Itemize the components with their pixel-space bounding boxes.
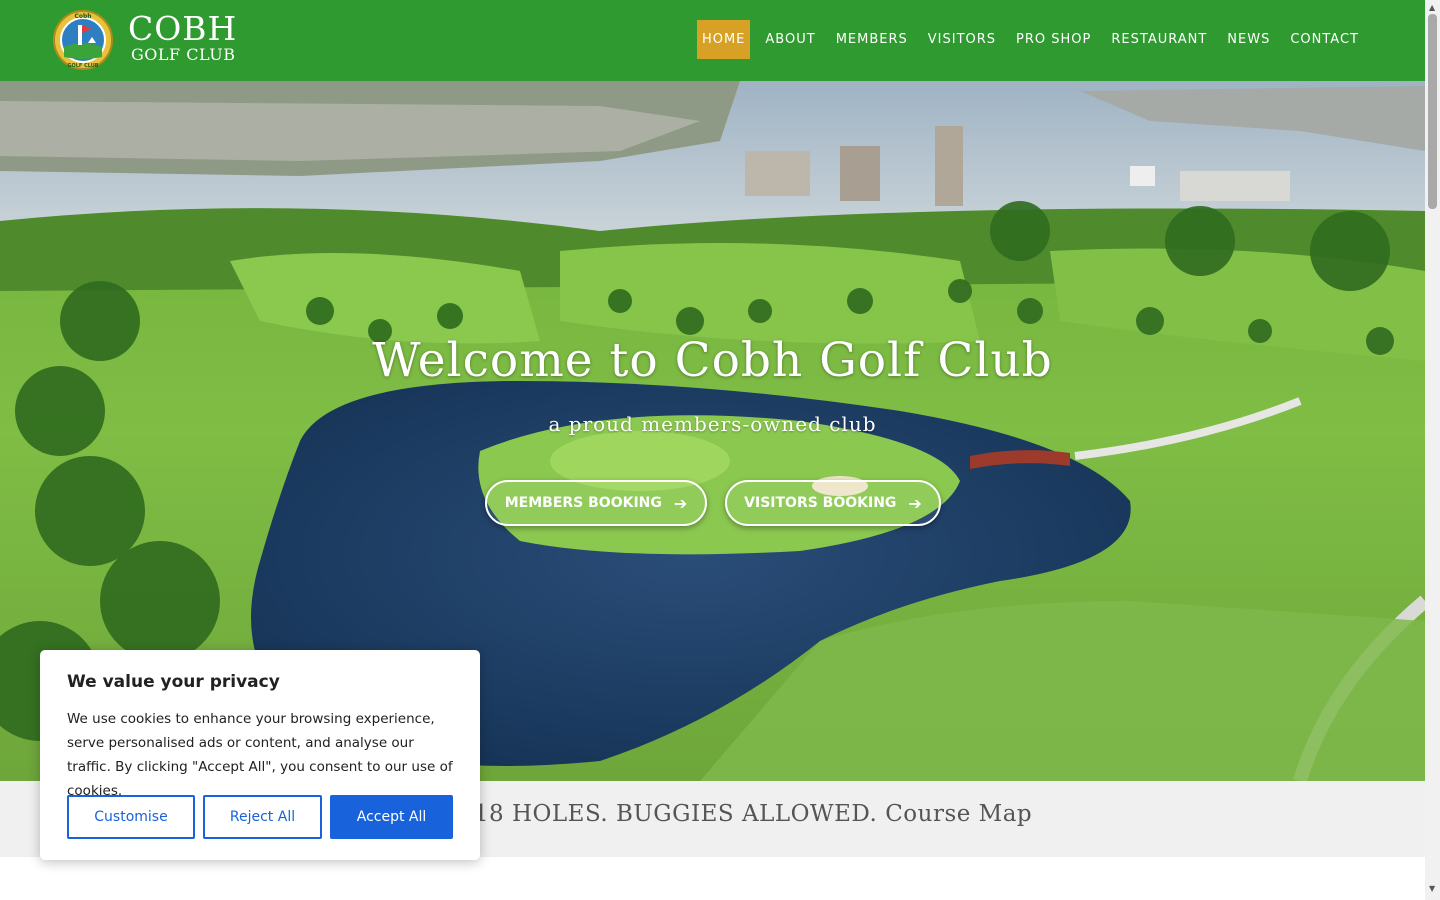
- hero-title: Welcome to Cobh Golf Club: [372, 333, 1053, 388]
- club-logo[interactable]: Cobh GOLF CLUB: [52, 9, 114, 71]
- nav-restaurant[interactable]: RESTAURANT: [1101, 20, 1217, 59]
- main-nav: HOME ABOUT MEMBERS VISITORS PRO SHOP RES…: [696, 20, 1369, 59]
- nav-contact[interactable]: CONTACT: [1280, 20, 1369, 59]
- brand-name[interactable]: COBH GOLF CLUB: [128, 12, 237, 64]
- course-map-link[interactable]: Course Map: [885, 801, 1032, 827]
- scroll-down-icon[interactable]: ▼: [1429, 884, 1435, 893]
- nav-visitors[interactable]: VISITORS: [918, 20, 1006, 59]
- nav-pro-shop[interactable]: PRO SHOP: [1006, 20, 1101, 59]
- scroll-thumb[interactable]: [1428, 14, 1437, 209]
- reject-all-button[interactable]: Reject All: [203, 795, 322, 839]
- brand-line-1: COBH: [128, 9, 238, 48]
- accept-all-button[interactable]: Accept All: [330, 795, 453, 839]
- logo-text-bottom: GOLF CLUB: [67, 63, 98, 69]
- cookie-body: We use cookies to enhance your browsing …: [67, 711, 453, 799]
- nav-about[interactable]: ABOUT: [755, 20, 825, 59]
- nav-members[interactable]: MEMBERS: [826, 20, 918, 59]
- arrow-right-icon: ➔: [908, 493, 922, 513]
- logo-text-top: Cobh: [74, 13, 91, 20]
- members-booking-label: MEMBERS BOOKING: [504, 495, 662, 511]
- hero-subtitle: a proud members-owned club: [548, 412, 877, 436]
- visitors-booking-button[interactable]: VISITORS BOOKING ➔: [725, 480, 941, 526]
- visitors-booking-label: VISITORS BOOKING: [744, 495, 897, 511]
- members-booking-button[interactable]: MEMBERS BOOKING ➔: [485, 480, 707, 526]
- arrow-right-icon: ➔: [673, 493, 688, 513]
- cookie-title: We value your privacy: [67, 672, 280, 692]
- nav-news[interactable]: NEWS: [1217, 20, 1280, 59]
- nav-home[interactable]: HOME: [696, 20, 751, 59]
- cookie-consent-dialog: We value your privacy We use cookies to …: [40, 650, 480, 860]
- customise-button[interactable]: Customise: [67, 795, 195, 839]
- page-scrollbar[interactable]: ▲ ▼: [1425, 0, 1440, 900]
- site-header: Cobh GOLF CLUB COBH GOLF CLUB HOME ABOUT…: [0, 0, 1425, 81]
- scroll-up-icon[interactable]: ▲: [1429, 3, 1435, 12]
- brand-line-2: GOLF CLUB: [131, 45, 236, 64]
